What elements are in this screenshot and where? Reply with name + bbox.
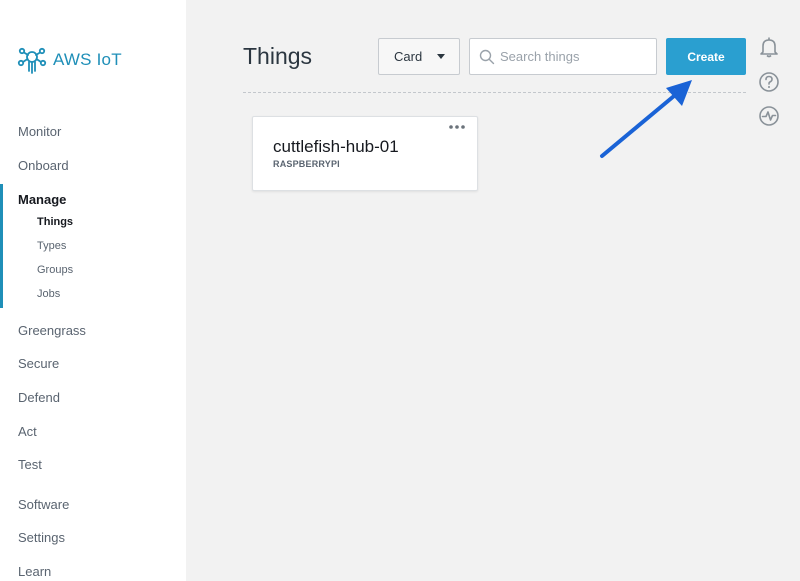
sidebar-item-secure[interactable]: Secure (18, 356, 59, 371)
bell-icon[interactable] (758, 36, 780, 58)
annotation-arrow-icon (600, 80, 692, 158)
sidebar-subitem-things[interactable]: Things (37, 216, 73, 228)
brand-name: AWS IoT (53, 50, 122, 69)
active-section-indicator (0, 184, 3, 308)
aws-iot-logo-icon (17, 47, 47, 74)
search-icon (479, 49, 495, 65)
sidebar-subitem-jobs[interactable]: Jobs (37, 288, 60, 300)
sidebar-item-test[interactable]: Test (18, 457, 42, 472)
sidebar-item-onboard[interactable]: Onboard (18, 158, 69, 173)
sidebar-subitem-groups[interactable]: Groups (37, 264, 73, 276)
page-title: Things (243, 43, 313, 69)
sidebar-item-manage[interactable]: Manage (18, 192, 66, 207)
brand[interactable]: AWS IoT (17, 44, 122, 76)
view-mode-value: Card (394, 49, 423, 64)
thing-card[interactable]: cuttlefish-hub-01 RASPBERRYPI (252, 116, 478, 191)
sidebar-item-defend[interactable]: Defend (18, 390, 60, 405)
sidebar-item-greengrass[interactable]: Greengrass (18, 323, 86, 338)
thing-type: RASPBERRYPI (273, 159, 340, 169)
help-icon[interactable] (758, 71, 780, 93)
sidebar-item-settings[interactable]: Settings (18, 530, 65, 545)
thing-name[interactable]: cuttlefish-hub-01 (273, 137, 399, 157)
caret-down-icon (437, 54, 445, 59)
sidebar-item-learn[interactable]: Learn (18, 564, 51, 579)
activity-icon[interactable] (758, 105, 780, 127)
sidebar-item-software[interactable]: Software (18, 497, 69, 512)
view-mode-select[interactable]: Card (378, 38, 460, 75)
more-options-icon[interactable] (447, 121, 467, 133)
sidebar-item-act[interactable]: Act (18, 424, 37, 439)
search-input[interactable] (500, 39, 650, 74)
sidebar: AWS IoT Monitor Onboard Manage Things Ty… (0, 0, 186, 581)
sidebar-subitem-types[interactable]: Types (37, 240, 66, 252)
sidebar-item-monitor[interactable]: Monitor (18, 124, 61, 139)
